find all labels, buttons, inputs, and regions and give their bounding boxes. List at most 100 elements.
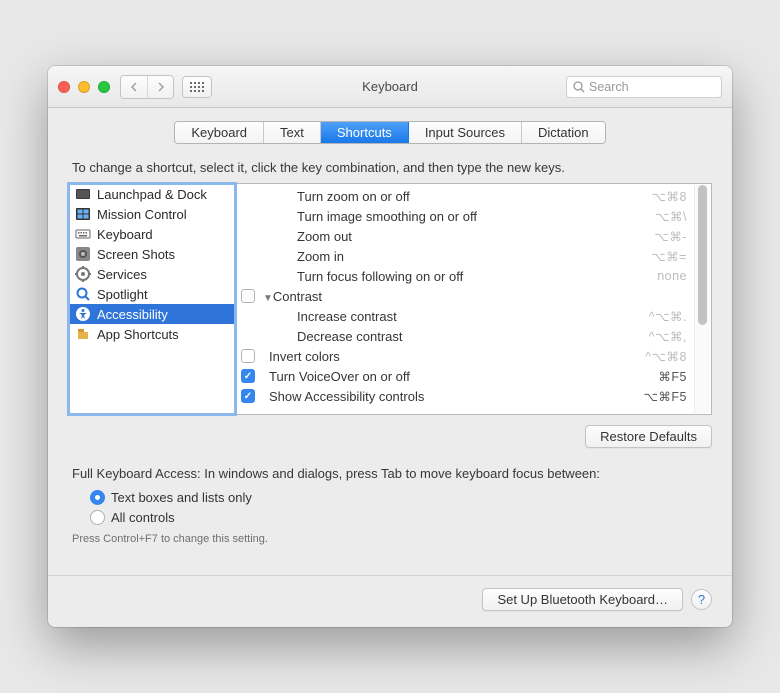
fka-radio-option[interactable]: All controls	[90, 507, 712, 527]
shortcut-row[interactable]: Invert colors^⌥⌘8	[235, 346, 711, 366]
tab-dictation[interactable]: Dictation	[522, 122, 605, 143]
fka-label: Full Keyboard Access: In windows and dia…	[72, 466, 708, 481]
shortcut-checkbox	[241, 209, 255, 223]
category-keyboard[interactable]: Keyboard	[69, 224, 234, 244]
shortcut-list[interactable]: Turn zoom on or off⌥⌘8Turn image smoothi…	[235, 184, 711, 414]
window-title: Keyboard	[362, 79, 418, 94]
radio-button[interactable]	[90, 490, 105, 505]
footer: Set Up Bluetooth Keyboard… ?	[48, 576, 732, 627]
category-label: Keyboard	[97, 227, 153, 242]
category-label: App Shortcuts	[97, 327, 179, 342]
category-label: Launchpad & Dock	[97, 187, 207, 202]
shortcut-row[interactable]: Zoom in⌥⌘=	[235, 246, 711, 266]
shortcut-keys[interactable]: ⌥⌘F5	[644, 389, 688, 404]
forward-button[interactable]	[147, 76, 173, 98]
category-app-shortcuts[interactable]: App Shortcuts	[69, 324, 234, 344]
radio-label: All controls	[111, 510, 175, 525]
search-icon	[573, 81, 585, 93]
services-icon	[75, 266, 91, 282]
category-list[interactable]: Launchpad & Dock Mission Control Keyboard S…	[69, 184, 235, 414]
nav-buttons	[120, 75, 174, 99]
fka-radio-group: Text boxes and lists only All controls	[90, 487, 712, 527]
shortcut-checkbox	[241, 309, 255, 323]
tab-shortcuts[interactable]: Shortcuts	[321, 122, 409, 143]
category-label: Services	[97, 267, 147, 282]
shortcut-checkbox	[241, 189, 255, 203]
shortcut-keys[interactable]: ⌥⌘-	[654, 229, 687, 244]
shortcut-label: Show Accessibility controls	[259, 389, 644, 404]
scrollbar[interactable]	[694, 185, 710, 413]
shortcut-row[interactable]: Turn zoom on or off⌥⌘8	[235, 186, 711, 206]
help-button[interactable]: ?	[691, 589, 712, 610]
shortcut-checkbox	[241, 229, 255, 243]
tab-input-sources[interactable]: Input Sources	[409, 122, 522, 143]
radio-button[interactable]	[90, 510, 105, 525]
scrollbar-thumb[interactable]	[698, 185, 707, 325]
mission-control-icon	[75, 206, 91, 222]
shortcut-checkbox[interactable]	[241, 389, 255, 403]
shortcut-checkbox	[241, 329, 255, 343]
close-button[interactable]	[58, 81, 70, 93]
shortcut-row[interactable]: Turn VoiceOver on or off⌘F5	[235, 366, 711, 386]
shortcuts-panel: Launchpad & Dock Mission Control Keyboard S…	[68, 183, 712, 415]
category-screen-shots[interactable]: Screen Shots	[69, 244, 234, 264]
shortcut-label: Turn VoiceOver on or off	[259, 369, 658, 384]
spotlight-icon	[75, 286, 91, 302]
category-label: Mission Control	[97, 207, 187, 222]
category-mission-control[interactable]: Mission Control	[69, 204, 234, 224]
shortcut-keys[interactable]: none	[657, 269, 687, 283]
shortcut-row[interactable]: ▼Contrast	[235, 286, 711, 306]
shortcut-keys[interactable]: ^⌥⌘.	[649, 309, 687, 324]
launchpad-icon	[75, 186, 91, 202]
show-all-button[interactable]	[182, 76, 212, 98]
shortcut-keys[interactable]: ^⌥⌘,	[649, 329, 687, 344]
shortcut-keys[interactable]: ⌥⌘\	[655, 209, 687, 224]
shortcut-keys[interactable]: ⌥⌘8	[652, 189, 687, 204]
shortcut-keys[interactable]: ⌥⌘=	[651, 249, 687, 264]
fka-radio-option[interactable]: Text boxes and lists only	[90, 487, 712, 507]
zoom-button[interactable]	[98, 81, 110, 93]
shortcut-keys[interactable]: ^⌥⌘8	[645, 349, 687, 364]
shortcut-row[interactable]: Turn image smoothing on or off⌥⌘\	[235, 206, 711, 226]
shortcut-label: Increase contrast	[259, 309, 649, 324]
radio-label: Text boxes and lists only	[111, 490, 252, 505]
instruction-text: To change a shortcut, select it, click t…	[72, 160, 708, 175]
shortcut-row[interactable]: Turn focus following on or offnone	[235, 266, 711, 286]
search-placeholder: Search	[589, 80, 629, 94]
bluetooth-keyboard-button[interactable]: Set Up Bluetooth Keyboard…	[482, 588, 683, 611]
tab-bar: KeyboardTextShortcutsInput SourcesDictat…	[48, 108, 732, 154]
shortcut-checkbox[interactable]	[241, 289, 255, 303]
shortcut-checkbox	[241, 269, 255, 283]
shortcut-checkbox[interactable]	[241, 369, 255, 383]
back-button[interactable]	[121, 76, 147, 98]
search-field[interactable]: Search	[566, 76, 722, 98]
app-shortcuts-icon	[75, 326, 91, 342]
titlebar: Keyboard Search	[48, 66, 732, 108]
shortcut-row[interactable]: Show Accessibility controls⌥⌘F5	[235, 386, 711, 406]
shortcut-row[interactable]: Increase contrast^⌥⌘.	[235, 306, 711, 326]
shortcut-row[interactable]: Zoom out⌥⌘-	[235, 226, 711, 246]
shortcut-label: Turn focus following on or off	[259, 269, 657, 284]
tab-keyboard[interactable]: Keyboard	[175, 122, 264, 143]
category-label: Spotlight	[97, 287, 148, 302]
disclosure-triangle-icon[interactable]: ▼	[263, 293, 273, 304]
shortcut-label: Zoom out	[259, 229, 654, 244]
category-spotlight[interactable]: Spotlight	[69, 284, 234, 304]
category-launchpad-dock[interactable]: Launchpad & Dock	[69, 184, 234, 204]
minimize-button[interactable]	[78, 81, 90, 93]
shortcut-keys[interactable]: ⌘F5	[658, 369, 687, 384]
category-label: Screen Shots	[97, 247, 175, 262]
shortcut-checkbox[interactable]	[241, 349, 255, 363]
shortcut-label: Zoom in	[259, 249, 651, 264]
keyboard-icon	[75, 226, 91, 242]
screenshots-icon	[75, 246, 91, 262]
category-services[interactable]: Services	[69, 264, 234, 284]
shortcut-row[interactable]: Decrease contrast^⌥⌘,	[235, 326, 711, 346]
category-accessibility[interactable]: Accessibility	[69, 304, 234, 324]
tab-text[interactable]: Text	[264, 122, 321, 143]
fka-hint: Press Control+F7 to change this setting.	[72, 533, 708, 545]
traffic-lights	[58, 81, 110, 93]
shortcut-label: ▼Contrast	[259, 289, 687, 304]
restore-defaults-button[interactable]: Restore Defaults	[585, 425, 712, 448]
shortcut-label: Decrease contrast	[259, 329, 649, 344]
